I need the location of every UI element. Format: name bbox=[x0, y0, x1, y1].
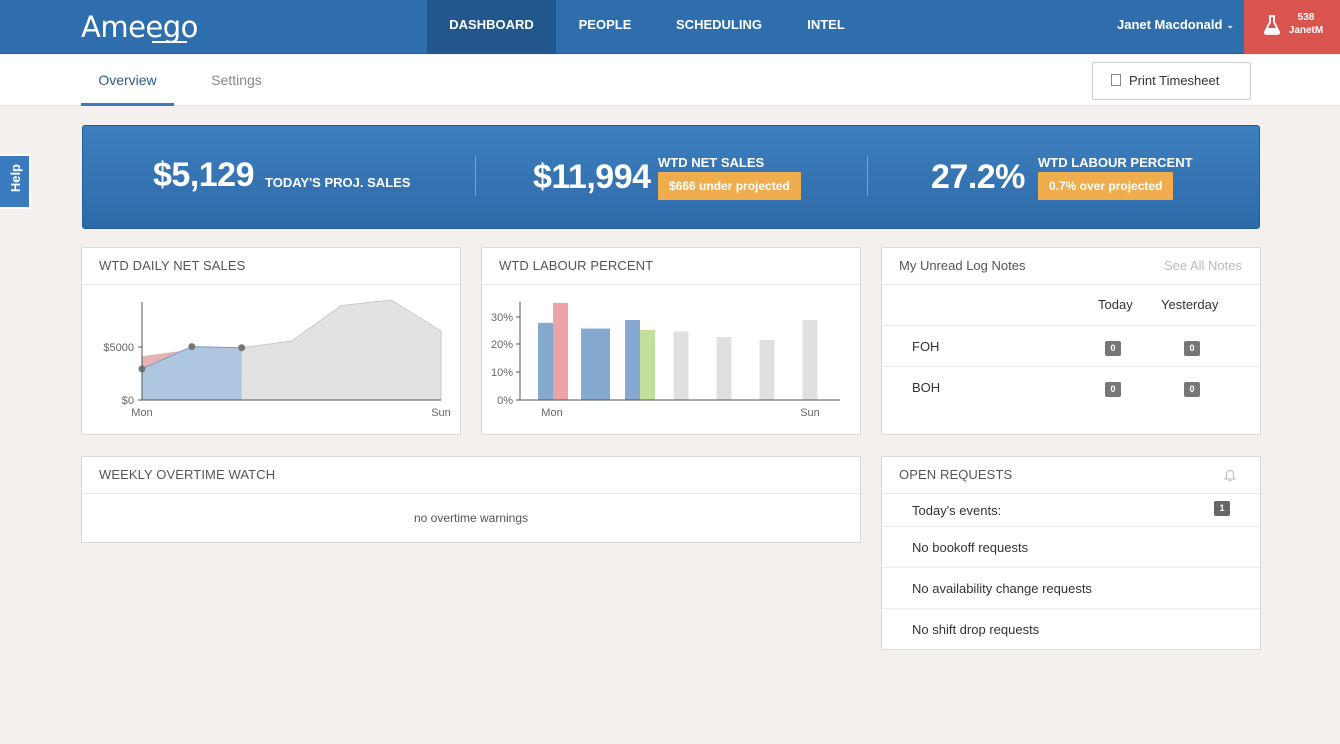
daily-sales-panel: WTD DAILY NET SALES $5000 $0 Mon Sun bbox=[81, 247, 461, 435]
nav-people[interactable]: PEOPLE bbox=[556, 0, 654, 54]
notification-number: 538 bbox=[1297, 12, 1315, 23]
today-count-badge[interactable]: 0 bbox=[1105, 341, 1121, 356]
net-sales-value: $11,994 bbox=[533, 158, 651, 196]
labour-actual-bar bbox=[625, 320, 640, 400]
open-requests-title: OPEN REQUESTS bbox=[899, 467, 1013, 482]
log-notes-header: My Unread Log Notes See All Notes bbox=[882, 248, 1260, 285]
labour-projected-bar bbox=[802, 320, 818, 400]
help-label: Help bbox=[8, 164, 23, 193]
proj-sales-value: $5,129 bbox=[153, 156, 255, 194]
document-icon bbox=[1111, 74, 1121, 86]
bell-icon[interactable] bbox=[1224, 469, 1236, 482]
labour-projected-bar bbox=[716, 337, 732, 400]
request-row[interactable]: No availability change requests bbox=[882, 568, 1260, 609]
overtime-panel: WEEKLY OVERTIME WATCH no overtime warnin… bbox=[81, 456, 861, 543]
yesterday-count-badge[interactable]: 0 bbox=[1184, 382, 1200, 397]
y-tick-label: 30% bbox=[491, 312, 513, 324]
daily-sales-chart: $5000 $0 Mon Sun bbox=[103, 299, 451, 419]
user-menu[interactable]: Janet Macdonald ⌄ bbox=[1117, 0, 1234, 54]
overtime-title: WEEKLY OVERTIME WATCH bbox=[82, 457, 860, 494]
notification-count: 538 JanetM bbox=[1284, 11, 1328, 37]
log-notes-title: My Unread Log Notes bbox=[899, 258, 1026, 273]
nav-intel[interactable]: INTEL bbox=[784, 0, 868, 54]
column-today: Today bbox=[1098, 297, 1133, 312]
print-timesheet-label: Print Timesheet bbox=[1129, 73, 1220, 88]
log-notes-row[interactable]: BOH 0 0 bbox=[882, 367, 1260, 408]
log-notes-column-header: Today Yesterday bbox=[882, 285, 1260, 326]
net-sales-label: WTD NET SALES bbox=[658, 155, 765, 170]
actual-sales-point bbox=[238, 344, 246, 352]
print-timesheet-button[interactable]: Print Timesheet bbox=[1092, 62, 1251, 100]
nav-scheduling[interactable]: SCHEDULING bbox=[654, 0, 784, 54]
top-navbar: Ameego DASHBOARD PEOPLE SCHEDULING INTEL… bbox=[0, 0, 1340, 54]
proj-sales-label: TODAY'S PROJ. SALES bbox=[265, 175, 411, 190]
x-tick-label: Sun bbox=[431, 407, 451, 419]
nav-dashboard[interactable]: DASHBOARD bbox=[427, 0, 556, 54]
flask-icon bbox=[1264, 15, 1280, 35]
help-tab[interactable]: Help bbox=[0, 154, 31, 209]
open-requests-header: OPEN REQUESTS bbox=[882, 457, 1260, 494]
y-tick-label: $0 bbox=[122, 395, 134, 407]
labour-over-bar bbox=[553, 302, 568, 400]
labour-projected-bar bbox=[759, 340, 775, 400]
notification-user: JanetM bbox=[1288, 25, 1324, 36]
stats-divider bbox=[475, 156, 476, 196]
y-tick-label: 0% bbox=[497, 395, 513, 407]
labour-actual-bar bbox=[538, 322, 553, 400]
tab-overview[interactable]: Overview bbox=[81, 55, 174, 106]
events-count-badge: 1 bbox=[1214, 501, 1230, 516]
today-count-badge[interactable]: 0 bbox=[1105, 382, 1121, 397]
labour-today-bar bbox=[640, 330, 655, 400]
request-row[interactable]: No shift drop requests bbox=[882, 609, 1260, 650]
see-all-notes-link[interactable]: See All Notes bbox=[1164, 248, 1242, 284]
log-notes-panel: My Unread Log Notes See All Notes Today … bbox=[881, 247, 1261, 435]
daily-sales-title: WTD DAILY NET SALES bbox=[82, 248, 460, 285]
x-tick-label: Mon bbox=[541, 407, 562, 419]
labour-percent-value: 27.2% bbox=[931, 158, 1025, 196]
row-label: FOH bbox=[912, 339, 940, 354]
stats-divider bbox=[867, 156, 868, 196]
tab-settings[interactable]: Settings bbox=[190, 55, 283, 106]
y-tick-label: 10% bbox=[491, 367, 513, 379]
labour-projected-bar bbox=[673, 331, 689, 400]
x-tick-label: Mon bbox=[131, 407, 152, 419]
column-yesterday: Yesterday bbox=[1161, 297, 1219, 312]
chevron-down-icon: ⌄ bbox=[1226, 20, 1234, 30]
x-tick-label: Sun bbox=[800, 407, 820, 419]
y-tick-label: 20% bbox=[491, 339, 513, 351]
labour-actual-bar bbox=[581, 328, 610, 400]
net-sales-badge: $666 under projected bbox=[658, 172, 801, 200]
yesterday-count-badge[interactable]: 0 bbox=[1184, 341, 1200, 356]
sub-navbar: Overview Settings Print Timesheet bbox=[0, 55, 1340, 106]
overtime-message: no overtime warnings bbox=[413, 511, 529, 525]
labour-percent-chart: 30% 20% 10% 0% Mon Sun bbox=[491, 302, 840, 419]
stats-banner: $5,129 TODAY'S PROJ. SALES $11,994 WTD N… bbox=[82, 125, 1260, 229]
todays-events-row[interactable]: Today's events: 1 bbox=[882, 494, 1260, 527]
actual-sales-point bbox=[188, 343, 196, 351]
request-row[interactable]: No bookoff requests bbox=[882, 527, 1260, 568]
row-label: BOH bbox=[912, 380, 941, 395]
notification-button[interactable]: 538 JanetM bbox=[1244, 0, 1340, 54]
log-notes-row[interactable]: FOH 0 0 bbox=[882, 326, 1260, 367]
logo-underline bbox=[152, 41, 187, 43]
labour-chart-title: WTD LABOUR PERCENT bbox=[482, 248, 860, 285]
labour-percent-panel: WTD LABOUR PERCENT 30% 20% 10% 0% Mon Su… bbox=[481, 247, 861, 435]
todays-events-label: Today's events: bbox=[912, 503, 1002, 518]
user-name: Janet Macdonald bbox=[1116, 17, 1223, 32]
labour-percent-badge: 0.7% over projected bbox=[1038, 172, 1174, 200]
y-tick-label: $5000 bbox=[103, 342, 134, 354]
app-logo[interactable]: Ameego bbox=[81, 10, 198, 44]
open-requests-panel: OPEN REQUESTS Today's events: 1 No booko… bbox=[881, 456, 1261, 650]
labour-percent-label: WTD LABOUR PERCENT bbox=[1038, 155, 1193, 170]
